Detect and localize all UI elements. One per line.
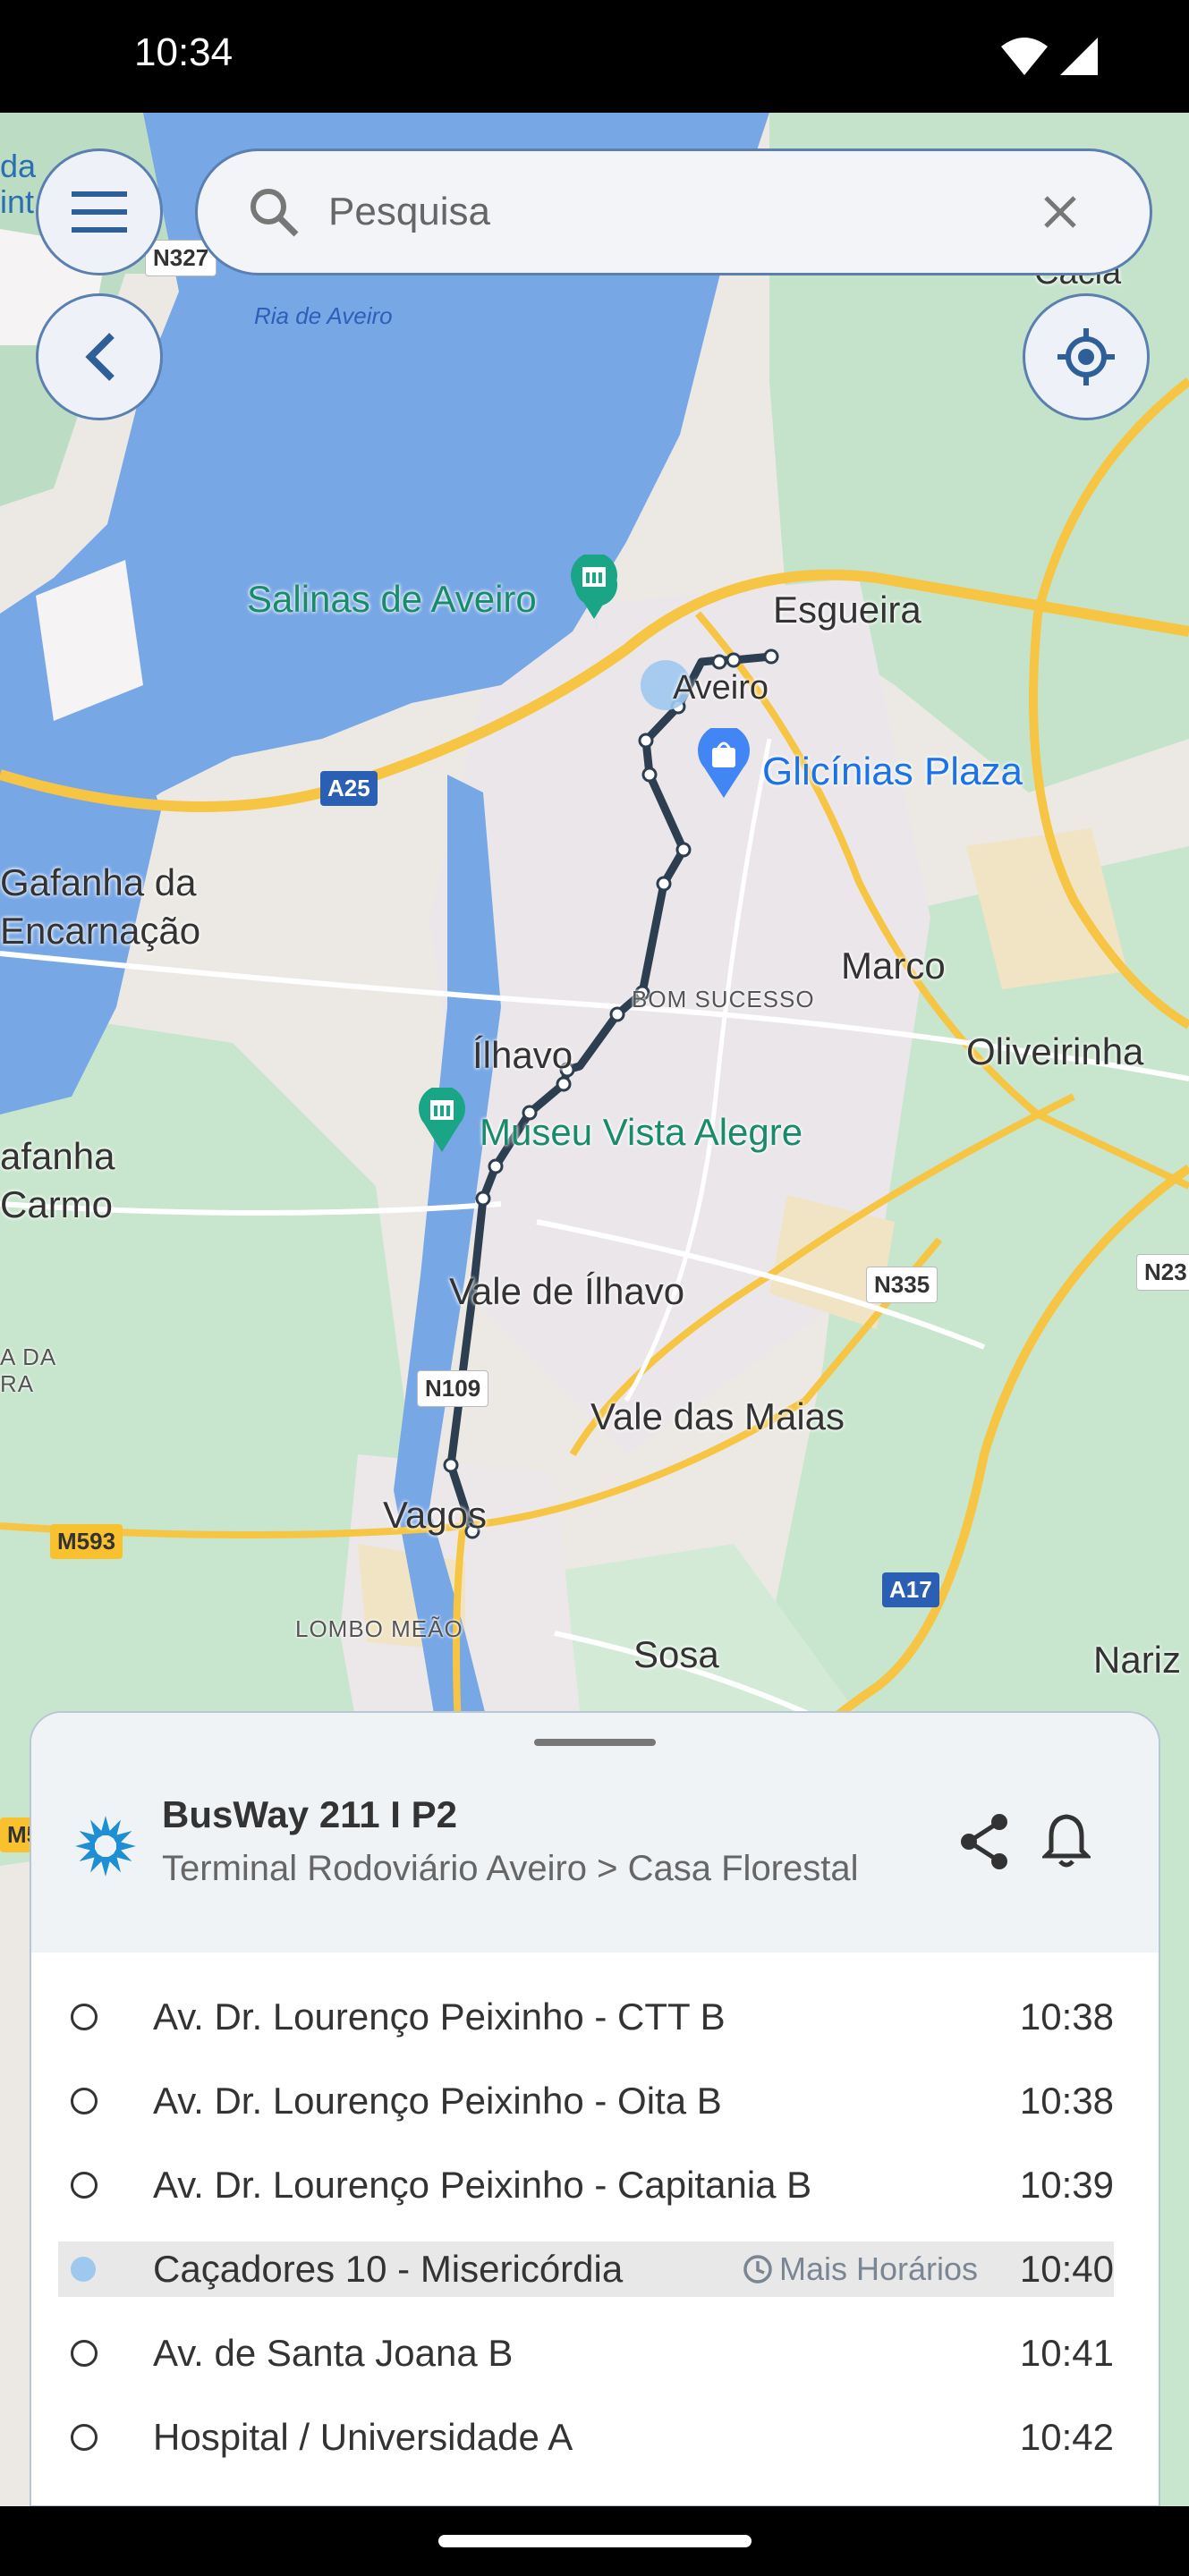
label-marco: Marco [841, 945, 946, 987]
system-nav-bar [0, 2506, 1189, 2576]
label-gafanha-carmo: afanha Carmo [0, 1135, 115, 1225]
shopping-icon[interactable] [696, 728, 752, 800]
signal-icon [1060, 38, 1098, 75]
stop-row[interactable]: Av. de Santa Joana B 10:41 [58, 2326, 1114, 2381]
more-times-label: Mais Horários [779, 2250, 979, 2287]
label-gafanha-encarnacao: Gafanha da Encarnação [0, 861, 201, 952]
stop-time: 10:41 [1019, 2332, 1114, 2374]
stop-name: Av. de Santa Joana B [153, 2332, 514, 2374]
route-subtitle: Terminal Rodoviário Aveiro > Casa Flores… [162, 1849, 859, 1888]
road-n109: N109 [417, 1370, 489, 1407]
status-time: 10:34 [134, 30, 234, 74]
clock-icon [743, 2255, 772, 2284]
label-bom-sucesso: BOM SUCESSO [632, 986, 815, 1013]
my-location-button[interactable] [1023, 293, 1150, 420]
label-top-left: da int [0, 148, 37, 220]
label-esgueira: Esgueira [773, 589, 921, 631]
road-n335: N335 [866, 1267, 938, 1303]
stop-marker [71, 2088, 98, 2114]
share-icon[interactable] [958, 1813, 1012, 1870]
stop-marker [71, 2172, 98, 2199]
label-vale-maias: Vale das Maias [590, 1395, 845, 1437]
menu-icon [72, 191, 127, 233]
label-museu[interactable]: Museu Vista Alegre [480, 1111, 803, 1154]
route-title: BusWay 211 I P2 [162, 1793, 457, 1835]
back-button[interactable] [36, 293, 163, 420]
label-salinas[interactable]: Salinas de Aveiro [247, 578, 537, 621]
road-m593: M593 [50, 1524, 123, 1559]
stop-time: 10:40 [1019, 2248, 1114, 2290]
stop-time: 10:38 [1019, 2080, 1114, 2122]
stop-marker [71, 2424, 98, 2451]
label-sosa: Sosa [633, 1633, 719, 1675]
road-a25: A25 [320, 771, 378, 806]
stop-row[interactable]: Av. Dr. Lourenço Peixinho - Oita B 10:38 [58, 2073, 1114, 2129]
stop-marker [71, 2004, 98, 2030]
drag-handle[interactable] [534, 1739, 656, 1746]
label-ria-aveiro: Ria de Aveiro [254, 302, 393, 329]
stop-time: 10:39 [1019, 2164, 1114, 2206]
stop-name: Caçadores 10 - Misericórdia [153, 2248, 624, 2290]
more-times-link[interactable]: Mais Horários [742, 2250, 978, 2288]
stop-marker [71, 2340, 98, 2367]
bell-icon[interactable] [1042, 1813, 1091, 1868]
search-bar[interactable] [195, 148, 1152, 275]
stop-marker-current [71, 2257, 96, 2282]
stop-name: Av. Dr. Lourenço Peixinho - Capitania B [153, 2164, 812, 2206]
busway-logo-icon [75, 1816, 136, 1877]
search-input[interactable] [327, 189, 1010, 235]
stop-name: Hospital / Universidade A [153, 2416, 573, 2458]
home-gesture-pill[interactable] [438, 2535, 752, 2547]
status-icons [1001, 34, 1100, 83]
my-location-icon [1057, 328, 1115, 386]
stop-row-current[interactable]: Caçadores 10 - Misericórdia Mais Horário… [58, 2241, 1114, 2297]
stop-time: 10:38 [1019, 1996, 1114, 2038]
museum-icon[interactable] [569, 555, 619, 621]
label-vale-ilhavo: Vale de Ílhavo [449, 1270, 685, 1312]
search-icon [251, 189, 299, 237]
label-vagos: Vagos [383, 1494, 487, 1536]
label-ilhavo: Ílhavo [472, 1034, 573, 1076]
clear-icon[interactable] [1042, 194, 1078, 230]
stop-time: 10:42 [1019, 2416, 1114, 2458]
back-icon [85, 333, 115, 381]
label-nariz: Nariz [1093, 1639, 1182, 1681]
label-aveiro: Aveiro [673, 669, 769, 707]
route-bottom-sheet[interactable]: BusWay 211 I P2 Terminal Rodoviário Avei… [30, 1711, 1160, 2507]
road-a17: A17 [882, 1572, 939, 1607]
stop-row[interactable]: Av. Dr. Lourenço Peixinho - Capitania B … [58, 2157, 1114, 2213]
menu-button[interactable] [36, 148, 163, 275]
stop-row[interactable]: Hospital / Universidade A 10:42 [58, 2410, 1114, 2465]
label-glicinias[interactable]: Glicínias Plaza [762, 750, 1023, 794]
wifi-icon [1001, 38, 1048, 75]
museum-icon[interactable] [417, 1088, 467, 1154]
stop-row[interactable]: Av. Dr. Lourenço Peixinho - CTT B 10:38 [58, 1989, 1114, 2045]
label-lombo-meao: LOMBO MEÃO [295, 1615, 463, 1642]
route-header: BusWay 211 I P2 Terminal Rodoviário Avei… [31, 1713, 1159, 1953]
stop-name: Av. Dr. Lourenço Peixinho - CTT B [153, 1996, 726, 2038]
road-n23: N23 [1136, 1254, 1189, 1291]
label-da-ra: A DA RA [0, 1343, 57, 1397]
status-bar: 10:34 [0, 0, 1189, 113]
label-oliveirinha: Oliveirinha [966, 1030, 1144, 1072]
stop-name: Av. Dr. Lourenço Peixinho - Oita B [153, 2080, 722, 2122]
